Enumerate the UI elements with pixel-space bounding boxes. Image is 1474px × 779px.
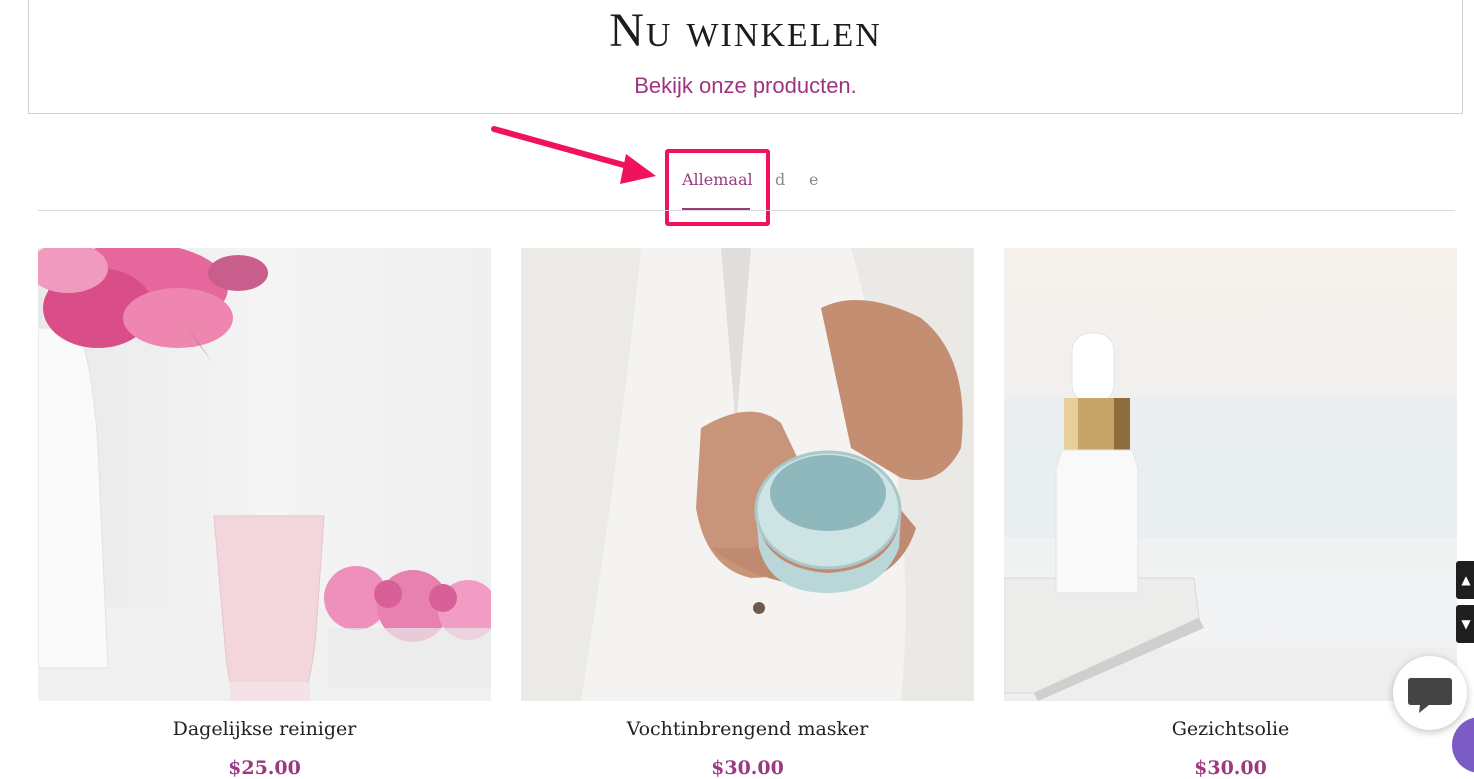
product-image-cleanser[interactable] bbox=[38, 248, 491, 701]
chat-button[interactable] bbox=[1393, 656, 1467, 730]
chat-bubble-icon bbox=[1408, 678, 1452, 713]
product-name[interactable]: Vochtinbrengend masker bbox=[521, 718, 974, 740]
page-title: Nu winkelen bbox=[609, 4, 882, 57]
product-name[interactable]: Dagelijkse reiniger bbox=[38, 718, 491, 740]
annotation-arrow bbox=[491, 126, 656, 184]
page-header: Nu winkelen Bekijk onze producten. bbox=[28, 0, 1463, 114]
product-price: $30.00 bbox=[1194, 757, 1267, 779]
scroll-down-button[interactable]: ▼ bbox=[1456, 605, 1474, 643]
tab-d[interactable]: d bbox=[775, 170, 785, 189]
annotation-highlight-box bbox=[665, 149, 770, 226]
product-price: $30.00 bbox=[711, 757, 784, 779]
tab-e[interactable]: e bbox=[809, 170, 818, 189]
product-image-mask[interactable] bbox=[521, 248, 974, 701]
product-price: $25.00 bbox=[228, 757, 301, 779]
product-image-oil[interactable] bbox=[1004, 248, 1457, 701]
chevron-up-icon: ▲ bbox=[1461, 573, 1471, 587]
chevron-down-icon: ▼ bbox=[1461, 617, 1471, 631]
product-name[interactable]: Gezichtsolie bbox=[1004, 718, 1457, 740]
tabs-divider bbox=[38, 210, 1455, 211]
page-subtitle: Bekijk onze producten. bbox=[634, 73, 857, 98]
scroll-up-button[interactable]: ▲ bbox=[1456, 561, 1474, 599]
